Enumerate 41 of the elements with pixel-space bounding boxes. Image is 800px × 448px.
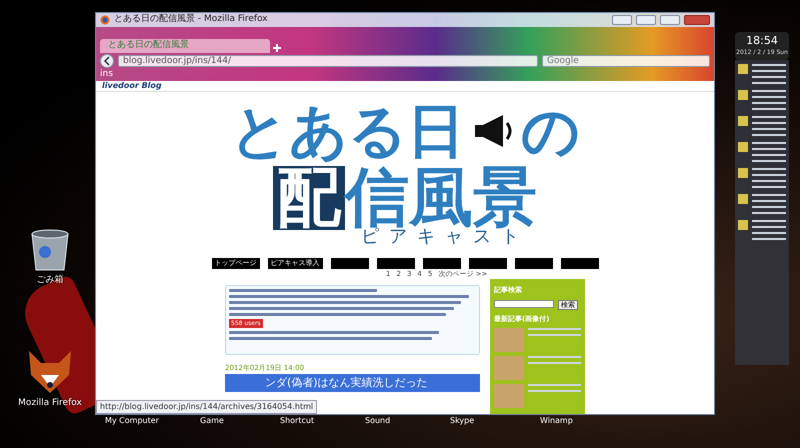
search-field[interactable] [494, 300, 554, 308]
logo-subtitle: ピアキャスト [361, 228, 529, 246]
logo-boxed-character: 配 [273, 166, 345, 230]
avatar-square [738, 168, 748, 178]
nav-button[interactable] [422, 258, 460, 268]
icon-label[interactable]: Game [200, 415, 224, 427]
clock-time: 18:54 [746, 35, 778, 48]
window-title: とある日の配信風景 - Mozilla Firefox [114, 13, 269, 26]
icon-label[interactable]: Skype [450, 415, 474, 427]
icon-label[interactable]: My Computer [105, 415, 159, 427]
nav-button[interactable] [376, 258, 414, 268]
nav-button[interactable] [468, 258, 506, 268]
icon-label[interactable]: Shortcut [280, 415, 314, 427]
avatar-square [738, 220, 748, 230]
plus-icon[interactable] [272, 43, 282, 53]
nav-button[interactable] [330, 258, 368, 268]
avatar-square [738, 90, 748, 100]
back-button-icon[interactable] [100, 54, 114, 68]
avatar-square [738, 116, 748, 126]
logo-text: の [521, 102, 580, 160]
bookmark-item[interactable]: ins [100, 68, 113, 82]
logo-text: とある日 [230, 102, 465, 160]
nav-button[interactable] [560, 258, 598, 268]
globe-icon [100, 15, 110, 25]
icon-label[interactable]: Mozilla Firefox [18, 397, 82, 410]
icon-label[interactable]: Sound [365, 415, 390, 427]
post-title[interactable]: ンダ(偽者)はなん実績洗しだった [225, 374, 480, 392]
address-field[interactable]: blog.livedoor.jp/ins/144/ [118, 55, 538, 67]
nav-button[interactable] [514, 258, 552, 268]
logo-text: 信風景 [345, 166, 537, 230]
restore-button[interactable] [612, 15, 632, 25]
search-field[interactable]: Google [542, 55, 710, 67]
avatar-square [738, 64, 748, 74]
blog-brand[interactable]: livedoor Blog [102, 81, 162, 92]
minimize-button[interactable] [636, 15, 656, 25]
avatar-square [738, 142, 748, 152]
maximize-button[interactable] [660, 15, 680, 25]
status-url: http://blog.livedoor.jp/ins/144/archives/3164054.html [96, 400, 318, 414]
icon-label[interactable]: Winamp [540, 415, 573, 427]
icon-label[interactable]: ごみ箱 [36, 274, 64, 288]
avatar-square [738, 194, 748, 204]
